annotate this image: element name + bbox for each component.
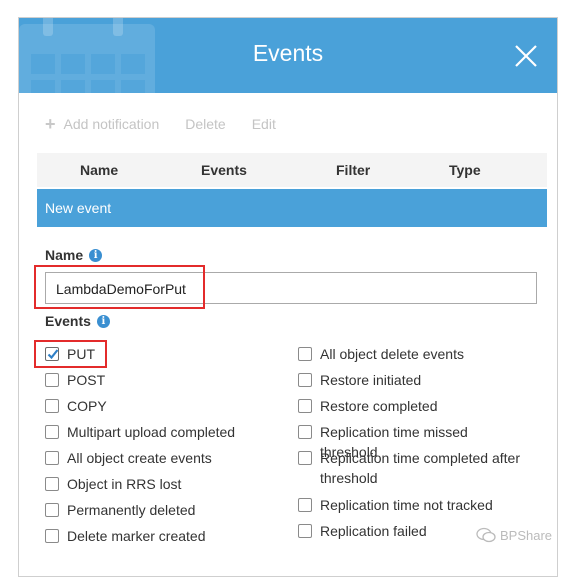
dialog-header: Events — [19, 18, 557, 93]
checkbox[interactable] — [45, 503, 59, 517]
checkbox[interactable] — [45, 373, 59, 387]
events-toolbar: + Add notification Delete Edit — [45, 114, 302, 134]
event-checkbox-row[interactable]: Replication time not tracked — [298, 497, 528, 515]
dialog-title: Events — [252, 40, 324, 66]
checkbox[interactable] — [298, 524, 312, 538]
checkbox[interactable] — [298, 399, 312, 413]
event-checkbox-label: All object delete events — [320, 346, 464, 362]
wechat-icon — [476, 527, 496, 543]
event-checkbox-label: All object create events — [67, 450, 212, 466]
event-checkbox-row[interactable]: Permanently deleted — [45, 502, 275, 520]
checkbox[interactable] — [45, 477, 59, 491]
checkbox[interactable] — [45, 529, 59, 543]
delete-button[interactable]: Delete — [185, 116, 225, 132]
highlight-box-put — [34, 340, 107, 368]
checkbox[interactable] — [298, 347, 312, 361]
event-checkbox-row[interactable]: Restore initiated — [298, 372, 528, 390]
name-label: Name i — [45, 247, 103, 263]
checkbox[interactable] — [298, 373, 312, 387]
event-checkbox-row[interactable]: Object in RRS lost — [45, 476, 275, 494]
checkbox[interactable] — [298, 498, 312, 512]
checkbox[interactable] — [45, 399, 59, 413]
new-event-row[interactable]: New event — [37, 189, 547, 227]
events-label-text: Events — [45, 313, 91, 329]
event-checkbox-label: Replication failed — [320, 523, 427, 539]
event-checkbox-label: POST — [67, 372, 106, 388]
event-checkbox-label: Restore initiated — [320, 372, 422, 388]
checkbox[interactable] — [298, 425, 312, 439]
new-event-label: New event — [45, 200, 112, 216]
event-checkbox-row[interactable]: Restore completed — [298, 398, 528, 416]
column-header-events[interactable]: Events — [201, 162, 247, 178]
watermark: BPShare — [476, 527, 552, 543]
event-checkbox-row[interactable]: All object create events — [45, 450, 275, 468]
event-checkbox-row[interactable]: POST — [45, 372, 275, 390]
column-header-filter[interactable]: Filter — [336, 162, 370, 178]
checkbox[interactable] — [298, 451, 312, 465]
info-icon[interactable]: i — [89, 248, 103, 262]
event-checkbox-label: Permanently deleted — [67, 502, 196, 518]
event-checkbox-label: Replication time not tracked — [320, 497, 493, 513]
close-icon[interactable] — [513, 43, 539, 69]
event-checkbox-row[interactable]: Delete marker created — [45, 528, 275, 546]
event-checkbox-label: Replication time completed after thresho… — [320, 450, 520, 486]
event-checkbox-label: Object in RRS lost — [67, 476, 182, 492]
event-checkbox-label: Restore completed — [320, 398, 438, 414]
events-label: Events i — [45, 313, 110, 329]
event-checkbox-row[interactable]: COPY — [45, 398, 275, 416]
plus-icon: + — [45, 114, 56, 134]
column-header-type[interactable]: Type — [449, 162, 481, 178]
column-header-name[interactable]: Name — [80, 162, 118, 178]
event-checkbox-row[interactable]: Replication time completed after thresho… — [298, 450, 528, 488]
checkbox[interactable] — [45, 425, 59, 439]
events-table-header: Name Events Filter Type — [37, 153, 547, 187]
event-checkbox-row[interactable]: Multipart upload completed — [45, 424, 275, 442]
event-checkbox-label: COPY — [67, 398, 107, 414]
event-checkbox-label: Delete marker created — [67, 528, 206, 544]
add-notification-button[interactable]: Add notification — [64, 116, 160, 132]
event-checkbox-row[interactable]: All object delete events — [298, 346, 528, 364]
checkbox[interactable] — [45, 451, 59, 465]
event-checkbox-label: Multipart upload completed — [67, 424, 236, 440]
edit-button[interactable]: Edit — [252, 116, 276, 132]
name-label-text: Name — [45, 247, 84, 263]
events-dialog: Events + Add notification Delete Edit Na… — [18, 17, 558, 577]
highlight-box-name — [34, 265, 205, 309]
info-icon[interactable]: i — [96, 314, 110, 328]
watermark-text: BPShare — [500, 527, 553, 543]
